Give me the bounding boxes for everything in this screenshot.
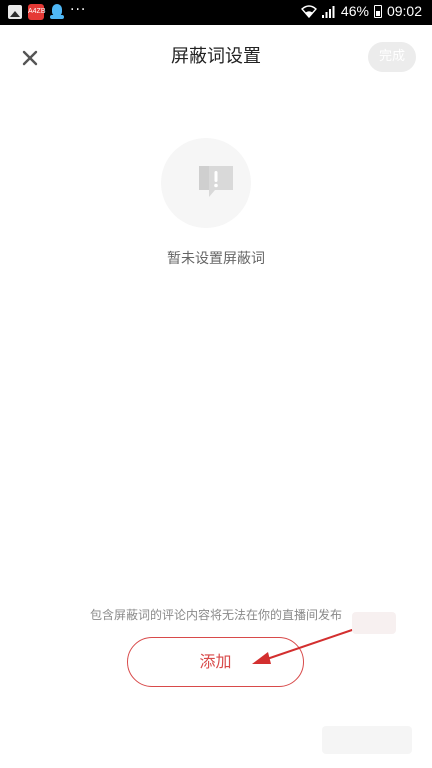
qq-icon [50, 4, 64, 20]
watermark-blur [322, 726, 412, 754]
status-bar-system: 46% 09:02 [300, 3, 422, 19]
gallery-icon [8, 5, 22, 19]
status-bar: A4ZB ··· 46% 09:02 [0, 0, 432, 25]
watermark-blur [352, 612, 396, 634]
signal-icon [321, 5, 335, 18]
battery-percent: 46% [340, 3, 369, 19]
empty-state-text: 暂未设置屏蔽词 [167, 251, 265, 267]
status-bar-notifications: A4ZB ··· [8, 2, 87, 20]
add-button[interactable]: 添加 [127, 637, 304, 687]
done-button[interactable]: 完成 [368, 42, 416, 72]
battery-icon [373, 4, 382, 18]
more-notifications-icon: ··· [70, 2, 87, 18]
app-icon: A4ZB [28, 4, 46, 20]
empty-alert-icon [199, 166, 233, 197]
clock: 09:02 [386, 3, 422, 19]
wifi-icon [300, 4, 317, 18]
